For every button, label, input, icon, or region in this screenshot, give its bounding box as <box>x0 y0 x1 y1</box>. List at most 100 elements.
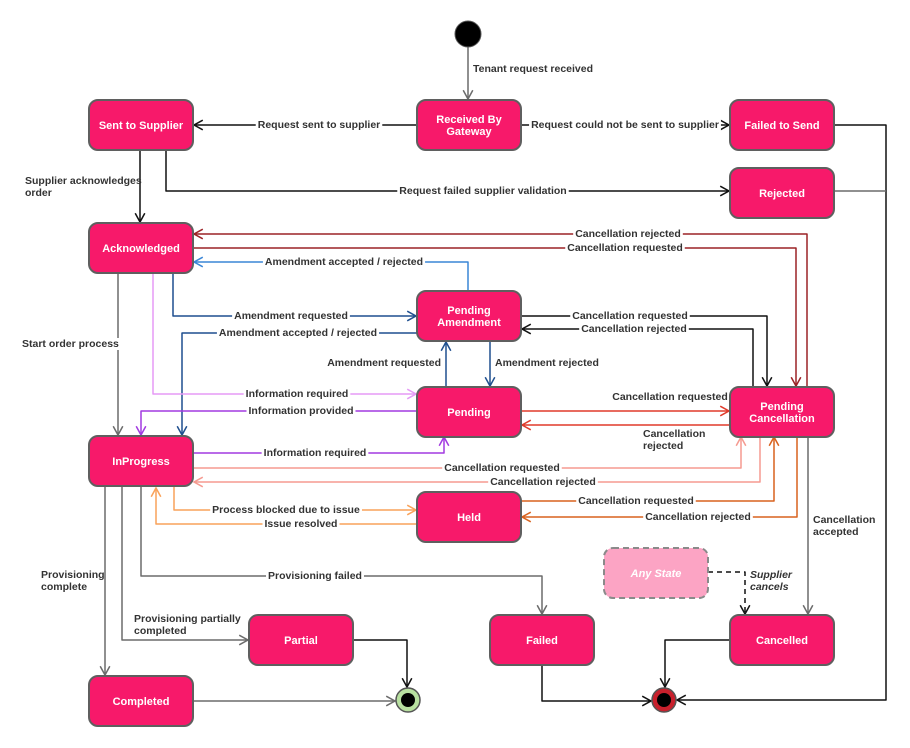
state-diagram: Tenant request received Request sent to s… <box>20 20 887 727</box>
transition-label: Information provided <box>249 405 354 417</box>
transition-label: Cancellation rejected <box>575 228 681 240</box>
state-label: Pending <box>447 407 490 419</box>
transition-label: Process blocked due to issue <box>212 504 360 516</box>
transition-failed-to-final_failure <box>541 665 653 707</box>
transition-label: Cancellation rejected <box>645 511 751 523</box>
transition-label: Provisioning failed <box>268 570 362 582</box>
transition-label: Cancellation requested <box>578 495 694 507</box>
transition-label-line: Request could not be sent to supplier <box>531 119 719 131</box>
state-cancelled[interactable]: Cancelled <box>729 614 835 666</box>
transition-label-line: Amendment requested <box>234 310 348 322</box>
transition-label-line: Supplier acknowledges <box>25 175 142 187</box>
transition-label: Supplier acknowledges order <box>25 175 142 199</box>
state-label: Cancelled <box>756 635 808 647</box>
state-any-state[interactable]: Any State <box>603 547 709 599</box>
state-rejected[interactable]: Rejected <box>729 167 835 219</box>
state-label: Sent to Supplier <box>99 120 184 132</box>
state-label: Pending <box>447 305 490 317</box>
transition-label: Cancellation rejected <box>490 476 596 488</box>
transition-partial-to-final_success <box>353 639 413 689</box>
transition-label-line: Amendment requested <box>327 357 441 369</box>
transition-label-line: rejected <box>643 440 683 452</box>
state-label: Completed <box>113 696 170 708</box>
transition-any-to-cancelled <box>708 571 751 616</box>
transition-label: Tenant request received <box>473 63 593 75</box>
state-label: Gateway <box>446 126 492 138</box>
transition-label-line: Cancellation requested <box>572 310 688 322</box>
transition-label: Cancellation requested <box>444 462 560 474</box>
transition-label: Request sent to supplier <box>258 119 381 131</box>
transition-label-line: Process blocked due to issue <box>212 504 360 516</box>
transition-completed-to-final_success <box>193 695 397 707</box>
transition-label-line: Cancellation requested <box>444 462 560 474</box>
transition-label: Amendment accepted / rejected <box>219 327 377 339</box>
state-pending-amendment[interactable]: PendingAmendment <box>416 290 522 342</box>
transition-cancelled-to-final_failure <box>659 639 730 689</box>
state-completed[interactable]: Completed <box>88 675 194 727</box>
transition-label-line: Cancellation <box>813 514 875 526</box>
transition-label: Amendment rejected <box>495 357 599 369</box>
transition-pending_cancel-to-cancelled <box>802 437 814 616</box>
transition-label-line: completed <box>134 625 187 637</box>
state-sent-to-supplier[interactable]: Sent to Supplier <box>88 99 194 151</box>
transition-label-line: complete <box>41 581 87 593</box>
state-acknowledged[interactable]: Acknowledged <box>88 222 194 274</box>
transition-label: Amendment accepted / rejected <box>265 256 423 268</box>
state-label: Amendment <box>437 317 501 329</box>
transition-label: Cancellation requested <box>567 242 683 254</box>
transition-label: Information required <box>264 447 367 459</box>
state-label: Failed to Send <box>744 120 819 132</box>
transition-line <box>664 639 730 687</box>
transition-pending-to-pending_cancel <box>521 405 731 417</box>
transition-label-line: Amendment rejected <box>495 357 599 369</box>
state-label: Held <box>457 512 481 524</box>
state-label: Cancellation <box>749 413 815 425</box>
transition-label: Cancellation requested <box>572 310 688 322</box>
transition-label-line: Cancellation <box>643 428 705 440</box>
transition-label: Cancellation accepted <box>813 514 875 538</box>
state-received-by-gateway[interactable]: Received ByGateway <box>416 99 522 151</box>
transition-label-line: Amendment accepted / rejected <box>265 256 423 268</box>
transition-line <box>708 571 746 614</box>
state-pending[interactable]: Pending <box>416 386 522 438</box>
transition-label-line: Tenant request received <box>473 63 593 75</box>
transition-label-line: cancels <box>750 581 789 593</box>
transition-label: Issue resolved <box>265 518 338 530</box>
state-partial[interactable]: Partial <box>248 614 354 666</box>
transition-label-line: Provisioning failed <box>268 570 362 582</box>
state-label: Pending <box>760 401 803 413</box>
transition-label-line: Cancellation rejected <box>490 476 596 488</box>
transition-label-line: Provisioning partially <box>134 613 241 625</box>
transition-label: Supplier cancels <box>750 569 793 593</box>
transition-label: Cancellation rejected <box>581 323 687 335</box>
transition-label-line: Supplier <box>750 569 793 581</box>
transition-label-line: Information provided <box>249 405 354 417</box>
transition-label: Information required <box>246 388 349 400</box>
state-held[interactable]: Held <box>416 491 522 543</box>
transition-inprogress-to-completed <box>99 487 111 677</box>
transition-label: Start order process <box>22 338 119 350</box>
state-failed-to-send[interactable]: Failed to Send <box>729 99 835 151</box>
transition-label-line: Cancellation requested <box>612 391 728 403</box>
transition-label-line: Provisioning <box>41 569 105 581</box>
state-label: Any State <box>630 568 682 580</box>
transition-label: Provisioning partially completed <box>134 613 241 637</box>
state-label: Received By <box>436 114 502 126</box>
final-state-failure-icon <box>651 687 677 713</box>
transition-label: Amendment requested <box>327 357 441 369</box>
transition-label-line: Cancellation requested <box>567 242 683 254</box>
state-failed[interactable]: Failed <box>489 614 595 666</box>
transition-label-line: Cancellation rejected <box>575 228 681 240</box>
transition-label-line: Request failed supplier validation <box>399 185 566 197</box>
transition-label-line: Cancellation rejected <box>645 511 751 523</box>
state-pending-cancellation[interactable]: PendingCancellation <box>729 386 835 438</box>
transition-pending_amend-to-inprogress <box>176 332 417 437</box>
state-inprogress[interactable]: InProgress <box>88 435 194 487</box>
transition-label-line: Cancellation rejected <box>581 323 687 335</box>
transition-acknowledged-to-inprogress <box>112 273 124 437</box>
initial-state-icon <box>454 20 482 48</box>
state-label: Partial <box>284 635 318 647</box>
state-label: Rejected <box>759 188 805 200</box>
transition-label-line: Start order process <box>22 338 119 350</box>
transition-label: Provisioning complete <box>41 569 105 593</box>
